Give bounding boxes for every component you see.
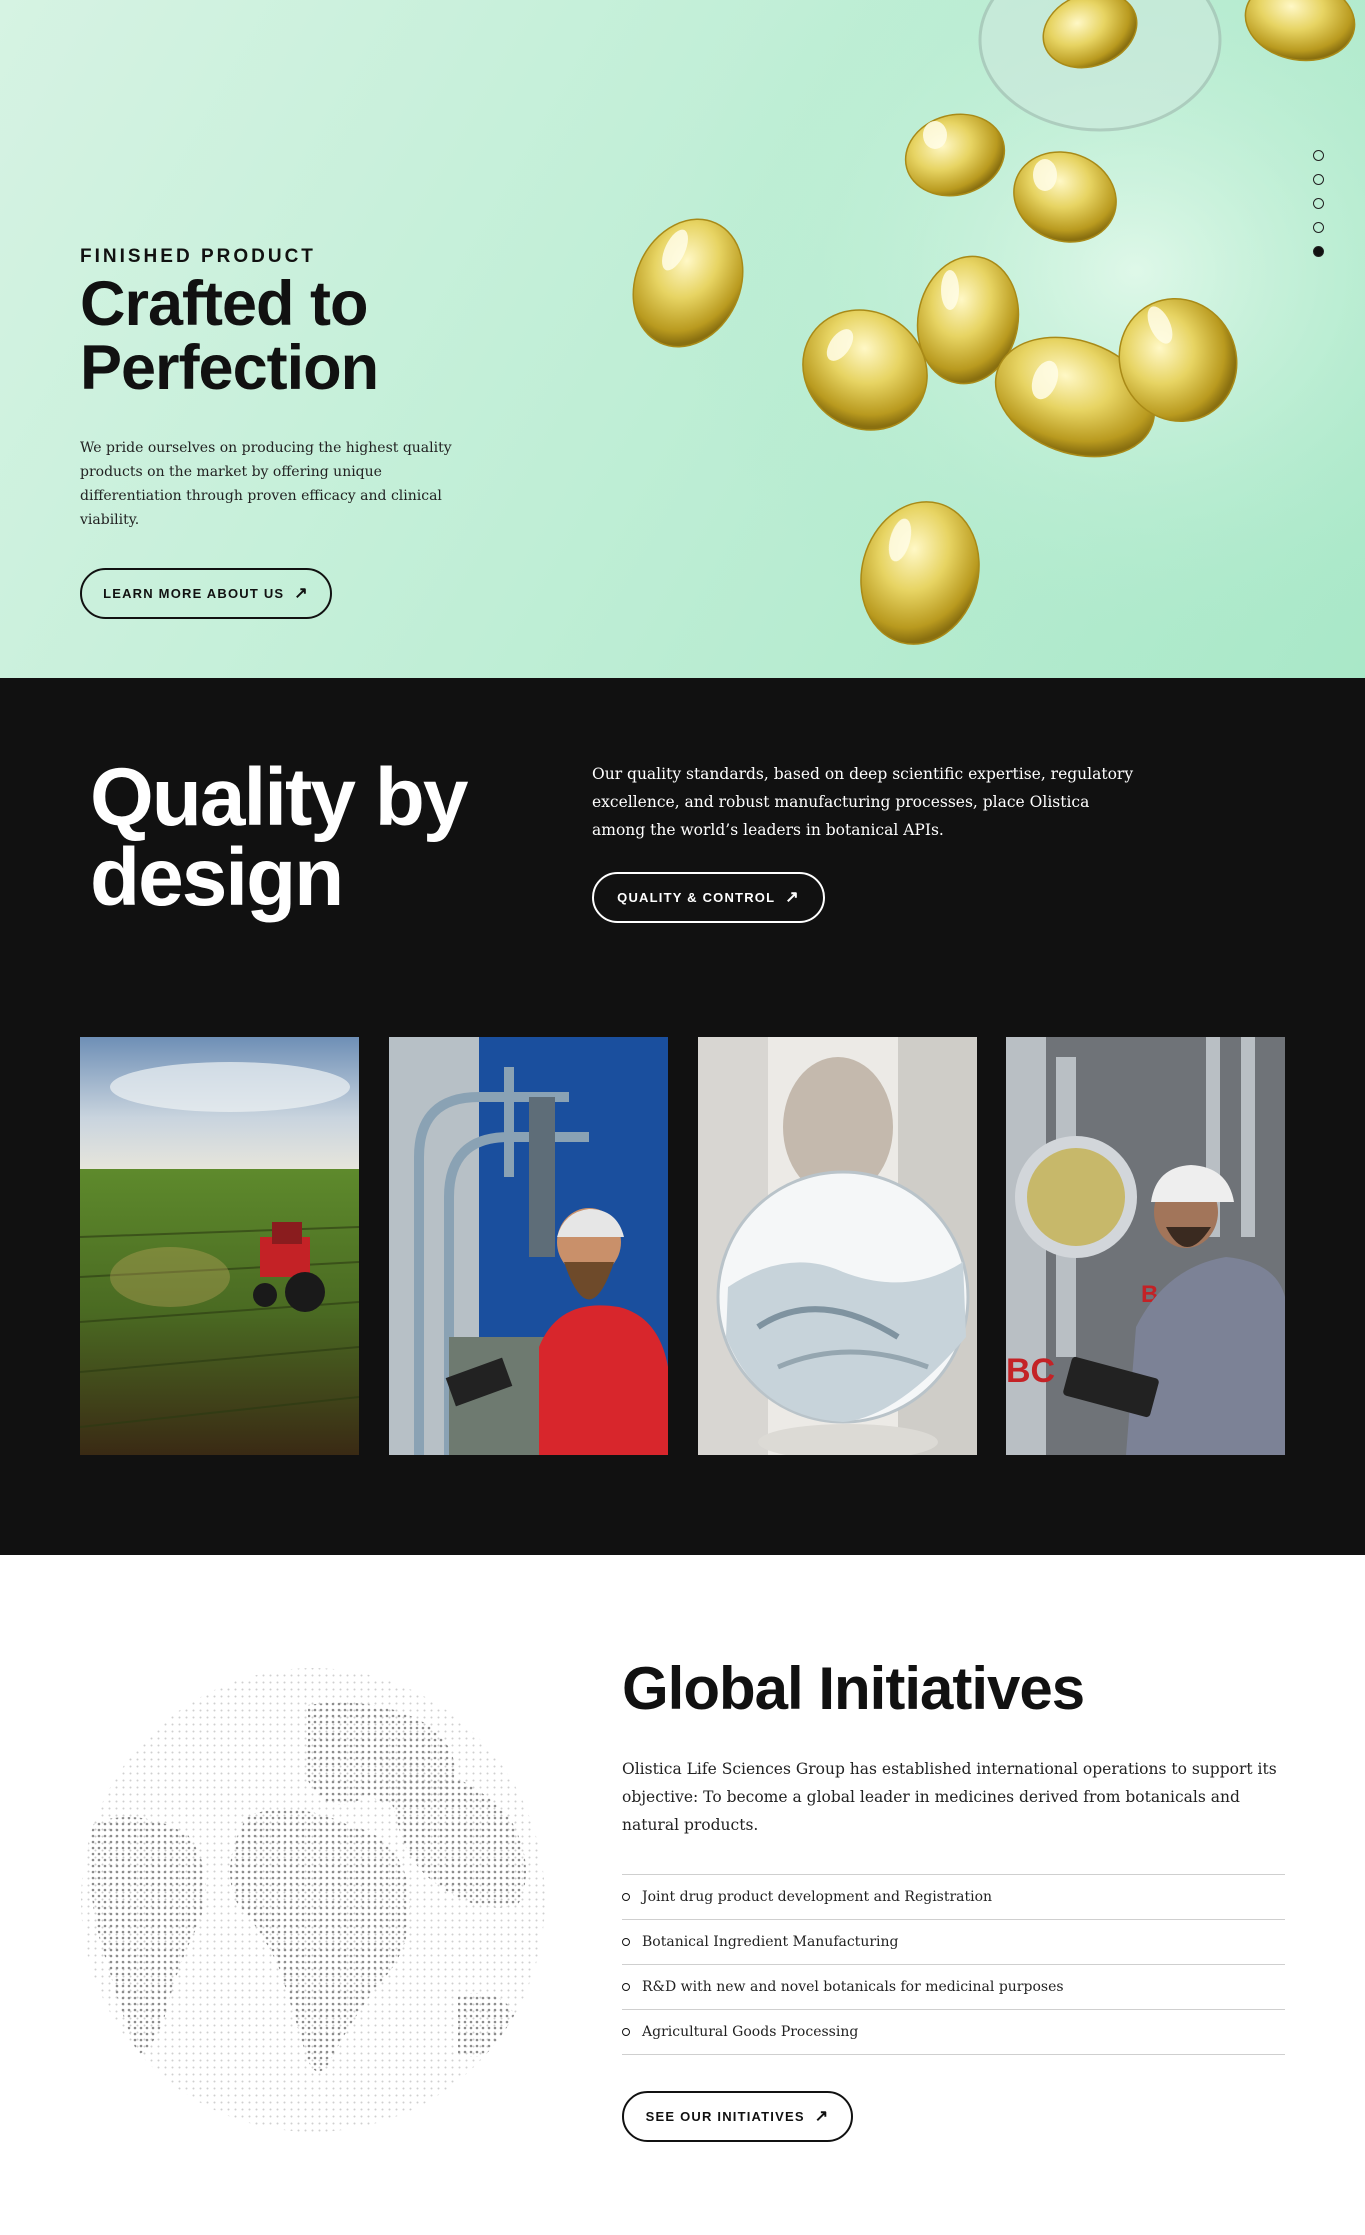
quality-section: Quality by design Our quality standards,… <box>0 678 1365 1555</box>
quality-control-button[interactable]: QUALITY & CONTROL ↗ <box>592 872 825 923</box>
slide-dot-4[interactable] <box>1313 222 1324 233</box>
initiatives-list: Joint drug product development and Regis… <box>622 1874 1285 2055</box>
svg-text:BC: BC <box>1006 1352 1055 1390</box>
hero-description: We pride ourselves on producing the high… <box>80 440 452 528</box>
circle-bullet-icon <box>622 2028 630 2036</box>
slide-dot-3[interactable] <box>1313 198 1324 209</box>
list-item-label: R&D with new and novel botanicals for me… <box>642 1979 1064 1995</box>
list-item: Botanical Ingredient Manufacturing <box>622 1920 1285 1965</box>
learn-more-button[interactable]: LEARN MORE ABOUT US ↗ <box>80 568 332 619</box>
slide-dot-2[interactable] <box>1313 174 1324 185</box>
list-item-label: Botanical Ingredient Manufacturing <box>642 1934 899 1950</box>
list-item: Agricultural Goods Processing <box>622 2010 1285 2055</box>
circle-bullet-icon <box>622 1893 630 1901</box>
worker-red-shirt-photo <box>389 1037 668 1455</box>
circle-bullet-icon <box>622 1983 630 1991</box>
global-initiatives-section: Global Initiatives Olistica Life Science… <box>0 1555 1365 2235</box>
quality-title: Quality by design <box>90 752 468 923</box>
hero-section: FINISHED PRODUCT Crafted to Perfection W… <box>0 0 1365 678</box>
slide-indicator <box>1313 150 1327 270</box>
list-item-label: Agricultural Goods Processing <box>642 2024 859 2040</box>
see-initiatives-button[interactable]: SEE OUR INITIATIVES ↗ <box>622 2091 853 2142</box>
arrow-up-right-icon: ↗ <box>814 2107 830 2125</box>
photo-gallery: B BC <box>80 1037 1285 1455</box>
hero-eyebrow: FINISHED PRODUCT <box>80 246 316 267</box>
slide-dot-1[interactable] <box>1313 150 1324 161</box>
list-item-label: Joint drug product development and Regis… <box>642 1889 993 1905</box>
slide-dot-5[interactable] <box>1313 246 1324 257</box>
quality-control-label: QUALITY & CONTROL <box>617 890 776 905</box>
tractor-field-photo <box>80 1037 359 1455</box>
dotted-globe-image <box>81 1668 545 2132</box>
circle-bullet-icon <box>622 1938 630 1946</box>
list-item: R&D with new and novel botanicals for me… <box>622 1965 1285 2010</box>
global-initiatives-description: Olistica Life Sciences Group has establi… <box>622 1760 1277 1834</box>
see-initiatives-label: SEE OUR INITIATIVES <box>645 2109 805 2124</box>
arrow-up-right-icon: ↗ <box>785 888 800 906</box>
arrow-up-right-icon: ↗ <box>294 584 309 602</box>
lab-flask-photo <box>698 1037 977 1455</box>
learn-more-label: LEARN MORE ABOUT US <box>103 586 285 601</box>
quality-description: Our quality standards, based on deep sci… <box>592 765 1134 839</box>
hero-title: Crafted to Perfection <box>80 269 379 403</box>
global-initiatives-title: Global Initiatives <box>622 1655 1085 1722</box>
list-item: Joint drug product development and Regis… <box>622 1875 1285 1920</box>
engineer-tablet-photo: B BC <box>1006 1037 1285 1455</box>
